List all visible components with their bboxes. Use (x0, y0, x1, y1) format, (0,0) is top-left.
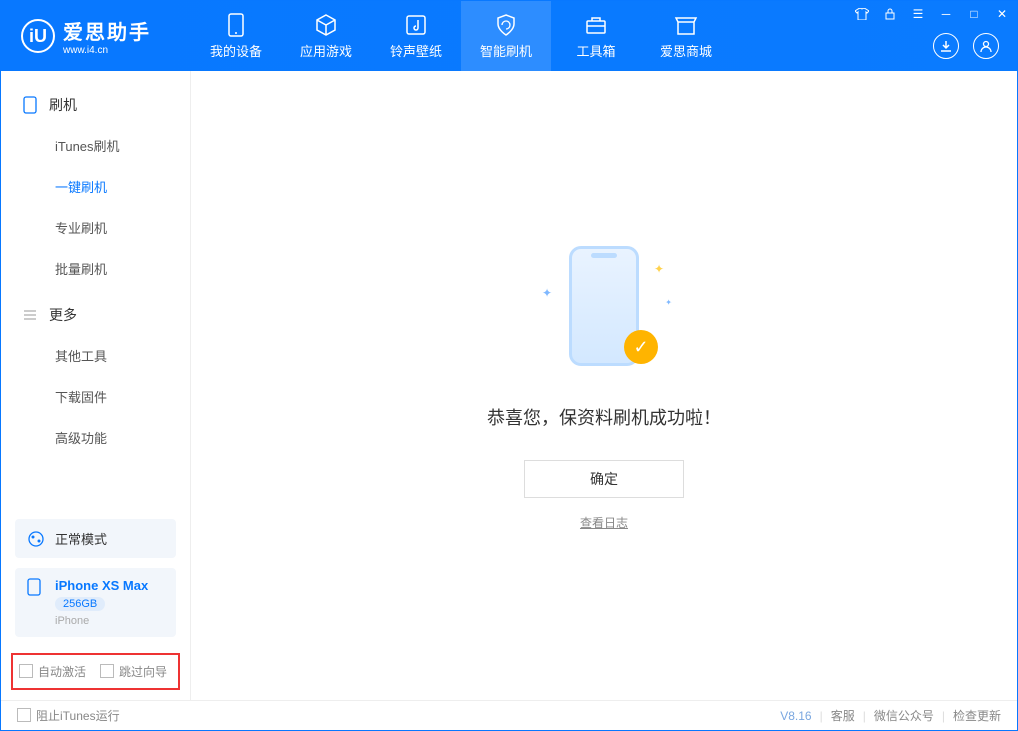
checkbox-auto-activate[interactable]: 自动激活 (19, 663, 86, 680)
success-message: 恭喜您，保资料刷机成功啦！ (487, 404, 721, 430)
close-button[interactable]: ✕ (991, 5, 1013, 23)
checkbox-icon (100, 664, 114, 678)
app-name: 爱思助手 (63, 16, 151, 45)
sparkle-icon: ✦ (654, 262, 664, 276)
device-name: iPhone XS Max (55, 578, 148, 593)
sidebar-item-download-firmware[interactable]: 下载固件 (1, 376, 190, 417)
device-capacity: 256GB (55, 597, 105, 611)
view-log-link[interactable]: 查看日志 (580, 514, 628, 531)
mode-icon (27, 530, 45, 548)
tab-label: 应用游戏 (300, 41, 352, 60)
statusbar: 阻止iTunes运行 V8.16 | 客服 | 微信公众号 | 检查更新 (1, 700, 1017, 730)
wechat-link[interactable]: 微信公众号 (874, 707, 934, 724)
tab-label: 爱思商城 (660, 41, 712, 60)
header-right-icons (933, 33, 999, 59)
success-illustration: ✦ ✦ ✦ ✓ (534, 240, 674, 380)
nav-tabs: 我的设备 应用游戏 铃声壁纸 智能刷机 (191, 1, 731, 71)
tab-label: 工具箱 (576, 41, 615, 60)
tab-toolbox[interactable]: 工具箱 (551, 1, 641, 71)
lock-icon[interactable] (879, 5, 901, 23)
group-title: 刷机 (49, 95, 77, 115)
sparkle-icon: ✦ (542, 286, 552, 300)
tab-label: 智能刷机 (480, 41, 532, 60)
titlebar: iU 爱思助手 www.i4.cn 我的设备 应用游戏 (1, 1, 1017, 71)
tab-my-device[interactable]: 我的设备 (191, 1, 281, 71)
tab-label: 铃声壁纸 (390, 41, 442, 60)
main-content: ✦ ✦ ✦ ✓ 恭喜您，保资料刷机成功啦！ 确定 查看日志 (191, 71, 1017, 700)
device-icon (224, 13, 248, 37)
device-info-box[interactable]: iPhone XS Max 256GB iPhone (15, 568, 176, 637)
ok-button[interactable]: 确定 (524, 460, 684, 498)
minimize-button[interactable]: ─ (935, 5, 957, 23)
device-type: iPhone (55, 615, 148, 627)
toolbox-icon (584, 13, 608, 37)
group-title: 更多 (49, 305, 77, 325)
logo-area: iU 爱思助手 www.i4.cn (1, 16, 191, 56)
tab-ringtones[interactable]: 铃声壁纸 (371, 1, 461, 71)
shield-refresh-icon (494, 13, 518, 37)
app-url: www.i4.cn (63, 45, 151, 56)
sidebar-item-itunes-flash[interactable]: iTunes刷机 (1, 125, 190, 166)
sidebar: 刷机 iTunes刷机 一键刷机 专业刷机 批量刷机 更多 其他工具 下载固件 … (1, 71, 191, 700)
tab-label: 我的设备 (210, 41, 262, 60)
support-link[interactable]: 客服 (831, 707, 855, 724)
checkbox-skip-guide[interactable]: 跳过向导 (100, 663, 167, 680)
sidebar-item-oneclick-flash[interactable]: 一键刷机 (1, 166, 190, 207)
download-icon[interactable] (933, 33, 959, 59)
version-label: V8.16 (780, 709, 811, 723)
mode-label: 正常模式 (55, 529, 107, 548)
sparkle-icon: ✦ (665, 298, 672, 307)
tab-store[interactable]: 爱思商城 (641, 1, 731, 71)
checkbox-icon (17, 708, 31, 722)
tab-smart-flash[interactable]: 智能刷机 (461, 1, 551, 71)
options-highlight-box: 自动激活 跳过向导 (11, 653, 180, 690)
tshirt-icon[interactable] (851, 5, 873, 23)
cube-icon (314, 13, 338, 37)
sidebar-item-batch-flash[interactable]: 批量刷机 (1, 248, 190, 289)
device-small-icon (27, 578, 45, 596)
sidebar-group-more[interactable]: 更多 (1, 295, 190, 335)
sidebar-item-advanced[interactable]: 高级功能 (1, 417, 190, 458)
success-check-icon: ✓ (624, 330, 658, 364)
maximize-button[interactable]: □ (963, 5, 985, 23)
music-note-icon (404, 13, 428, 37)
check-update-link[interactable]: 检查更新 (953, 707, 1001, 724)
sidebar-group-flash[interactable]: 刷机 (1, 85, 190, 125)
logo-text-block: 爱思助手 www.i4.cn (63, 16, 151, 56)
sidebar-item-pro-flash[interactable]: 专业刷机 (1, 207, 190, 248)
app-logo-icon: iU (21, 19, 55, 53)
checkbox-icon (19, 664, 33, 678)
sidebar-item-other-tools[interactable]: 其他工具 (1, 335, 190, 376)
store-icon (674, 13, 698, 37)
tab-apps-games[interactable]: 应用游戏 (281, 1, 371, 71)
menu-icon[interactable]: ☰ (907, 5, 929, 23)
phone-icon (23, 96, 37, 114)
checkbox-block-itunes[interactable]: 阻止iTunes运行 (17, 707, 120, 724)
user-icon[interactable] (973, 33, 999, 59)
window-controls: ☰ ─ □ ✕ (851, 5, 1013, 23)
list-icon (23, 308, 37, 322)
device-mode-box[interactable]: 正常模式 (15, 519, 176, 558)
